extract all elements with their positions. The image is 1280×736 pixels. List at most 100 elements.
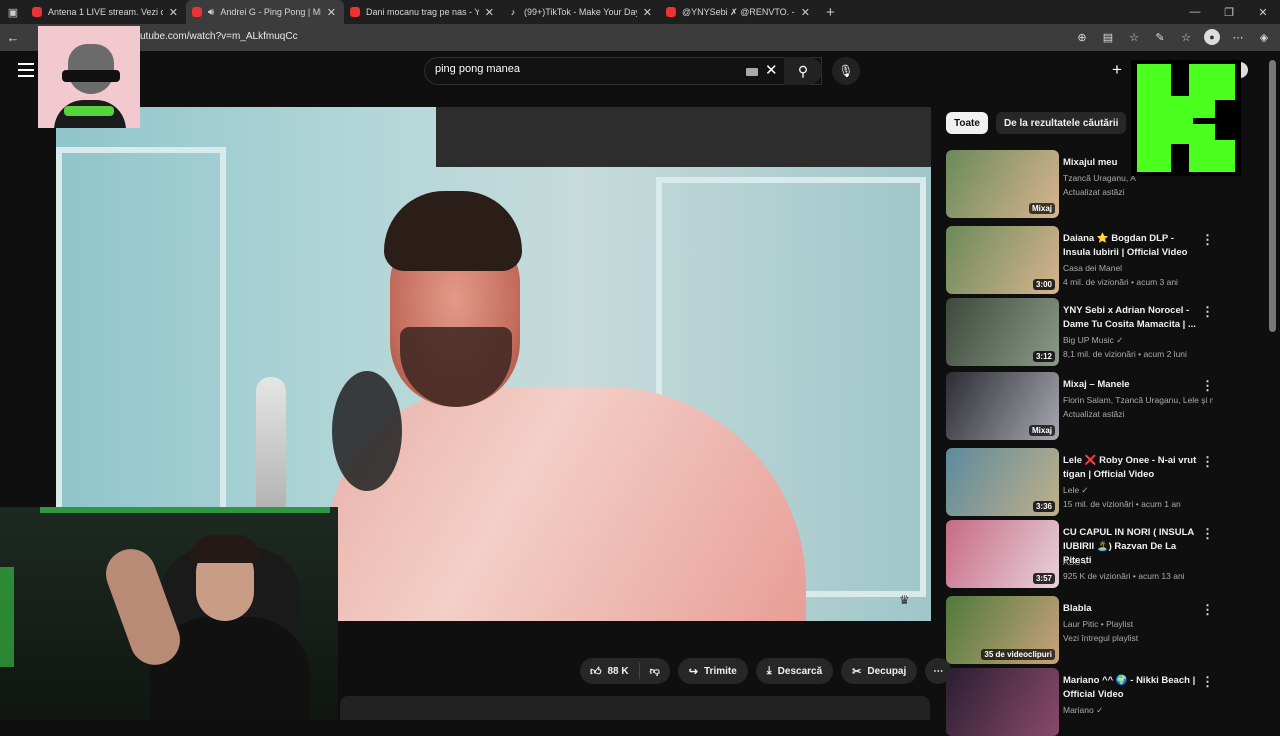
thumbnail-badge: 3:12	[1032, 351, 1055, 362]
close-tab-icon[interactable]: ✕	[327, 6, 336, 19]
collections-icon[interactable]: ☆	[1178, 29, 1194, 45]
tab-label: (99+)TikTok - Make Your Day	[524, 7, 637, 17]
new-tab-icon[interactable]: +	[818, 4, 843, 21]
share-label: Trimite	[704, 665, 737, 677]
more-options-icon[interactable]: ⋮	[1201, 454, 1214, 470]
keyboard-icon[interactable]	[746, 68, 758, 76]
address-bar-icons: ⊕ ▤ ☆ ✎ ☆ ● ⋯ ◈	[1074, 29, 1272, 45]
browser-tab[interactable]: @YNYSebi ✗ @RENVTO. - Te Ra ✕	[660, 0, 818, 24]
video-thumbnail[interactable]: 35 de videoclipuri	[946, 596, 1059, 664]
streamer-avatar-overlay	[38, 26, 140, 128]
download-icon: ⤓	[766, 664, 772, 677]
tab-label: @YNYSebi ✗ @RENVTO. - Te Ra	[682, 6, 795, 17]
copilot-icon[interactable]: ◈	[1256, 29, 1272, 45]
favorite-star-icon[interactable]: ☆	[1126, 29, 1142, 45]
profile-icon[interactable]: ●	[1204, 29, 1220, 45]
thumbs-up-icon: 👍︎	[590, 665, 602, 678]
browser-tab[interactable]: Dani mocanu trag pe nas - YouTu ✕	[344, 0, 502, 24]
recommendation-meta: Florin Salam, Tzancă Uraganu, Lele și mu…	[1063, 395, 1213, 405]
thumbs-down-icon: 👎︎	[649, 666, 660, 677]
more-options-icon[interactable]: ⋮	[1201, 378, 1214, 394]
scissors-icon: ✂	[852, 665, 862, 678]
filter-chips: Toate De la rezultatele căutării D	[946, 112, 1158, 134]
restore-icon[interactable]: ❐	[1212, 0, 1246, 24]
video-thumbnail[interactable]: 3:57	[946, 520, 1059, 588]
recommendation-title[interactable]: Daiana ⭐ Bogdan DLP - Insula Iubirii | O…	[1063, 232, 1201, 260]
url-field[interactable]: utube.com/watch?v=m_ALkfmuqCc	[140, 31, 298, 42]
clear-search-icon[interactable]: ✕	[765, 61, 778, 79]
thumbnail-badge: Mixaj	[1028, 425, 1055, 436]
close-tab-icon[interactable]: ✕	[801, 6, 810, 19]
more-options-icon[interactable]: ⋮	[1201, 602, 1214, 618]
recommendation-title[interactable]: Blabla	[1063, 602, 1201, 616]
browser-tab[interactable]: Antena 1 LIVE stream. Vezi online ✕	[26, 0, 186, 24]
more-icon: ⋯	[933, 665, 944, 677]
recommendation-meta: Actualizat astăzi	[1063, 409, 1125, 419]
recommendation-item[interactable]: 3:00 Daiana ⭐ Bogdan DLP - Insula Iubirii…	[946, 226, 1218, 294]
search-input[interactable]	[435, 63, 735, 75]
recommendation-meta: Vezi întregul playlist	[1063, 633, 1139, 643]
search-bar[interactable]: ✕	[424, 57, 822, 85]
recommendation-meta: Laur Pitic • Playlist	[1063, 619, 1134, 629]
video-thumbnail[interactable]: Mixaj	[946, 150, 1059, 218]
speaker-icon[interactable]: 🔊︎	[208, 7, 214, 18]
channel-watermark-icon[interactable]: ♛	[899, 593, 921, 609]
recommendation-title[interactable]: Mixaj – Manele	[1063, 378, 1201, 392]
tab-actions-icon[interactable]: ▣	[0, 0, 26, 24]
more-options-icon[interactable]: ⋮	[1201, 526, 1214, 542]
close-window-icon[interactable]: ✕	[1246, 0, 1280, 24]
recommendation-title[interactable]: Mariano ^^ 🌍 - Nikki Beach | Official Vi…	[1063, 674, 1201, 702]
reader-icon[interactable]: ▤	[1100, 29, 1116, 45]
recommendation-item[interactable]: 3:12 YNY Sebi x Adrian Norocel - Dame Tu …	[946, 298, 1218, 366]
more-menu-icon[interactable]: ⋯	[1230, 29, 1246, 45]
recommendation-meta: ASU ✓	[1063, 557, 1090, 567]
back-arrow-icon[interactable]: ←	[0, 30, 26, 45]
menu-icon[interactable]	[18, 63, 34, 77]
recommendation-title[interactable]: Lele ❌ Roby Onee - N-ai vrut tigan | Off…	[1063, 454, 1201, 482]
share-button[interactable]: ↪ Trimite	[677, 658, 748, 684]
streamer-webcam	[0, 507, 338, 720]
description-box[interactable]	[340, 696, 930, 720]
create-icon[interactable]: +	[1112, 60, 1122, 80]
avatar-head	[68, 44, 114, 94]
thumbnail-badge: 3:57	[1032, 573, 1055, 584]
thumbnail-badge: Mixaj	[1028, 203, 1055, 214]
recommendation-item[interactable]: 3:57 CU CAPUL IN NORI ( INSULA IUBIRII 🏝️…	[946, 520, 1218, 588]
video-thumbnail[interactable]: 3:36	[946, 448, 1059, 516]
browser-tab-bar: ▣ Antena 1 LIVE stream. Vezi online ✕ 🔊︎…	[0, 0, 1280, 24]
close-tab-icon[interactable]: ✕	[643, 6, 652, 19]
dislike-button[interactable]: 👎︎	[640, 665, 670, 677]
browser-tab-active[interactable]: 🔊︎ Andrei G - Ping Pong | Mini ✕	[186, 0, 344, 24]
recommendation-item[interactable]: Mixaj Mixaj – Manele Florin Salam, Tzancă …	[946, 372, 1218, 440]
voice-search-icon[interactable]: 🎙︎	[832, 57, 860, 85]
more-options-icon[interactable]: ⋮	[1201, 674, 1214, 690]
page-scrollbar[interactable]	[1269, 60, 1276, 332]
chip-from-search[interactable]: De la rezultatele căutării	[995, 112, 1127, 134]
recommendation-title[interactable]: YNY Sebi x Adrian Norocel - Dame Tu Cosi…	[1063, 304, 1201, 332]
recommendation-meta: Big UP Music ✓	[1063, 335, 1124, 345]
youtube-header: ✕ ⚲ 🎙︎ +	[0, 51, 1280, 93]
recommendation-item[interactable]: 35 de videoclipuri Blabla Laur Pitic • Pla…	[946, 596, 1218, 664]
chip-all[interactable]: Toate	[946, 112, 988, 134]
video-thumbnail[interactable]: 3:12	[946, 298, 1059, 366]
close-tab-icon[interactable]: ✕	[485, 6, 494, 19]
video-thumbnail[interactable]	[946, 668, 1059, 736]
extensions-icon[interactable]: ✎	[1152, 29, 1168, 45]
translate-icon[interactable]: ⊕	[1074, 29, 1090, 45]
more-options-icon[interactable]: ⋮	[1201, 232, 1214, 248]
like-button[interactable]: 👍︎ 88 K	[580, 663, 640, 679]
recommendation-item[interactable]: 3:36 Lele ❌ Roby Onee - N-ai vrut tigan |…	[946, 448, 1218, 516]
video-thumbnail[interactable]: Mixaj	[946, 372, 1059, 440]
browser-tab[interactable]: ♪ (99+)TikTok - Make Your Day ✕	[502, 0, 660, 24]
clip-button[interactable]: ✂ Decupaj	[841, 658, 918, 684]
minimize-icon[interactable]: —	[1178, 0, 1212, 24]
studio-window	[56, 147, 226, 527]
close-tab-icon[interactable]: ✕	[169, 6, 178, 19]
more-options-icon[interactable]: ⋮	[1201, 304, 1214, 320]
address-bar: ← utube.com/watch?v=m_ALkfmuqCc ⊕ ▤ ☆ ✎ …	[0, 24, 1280, 51]
download-button[interactable]: ⤓ Descarcă	[755, 658, 834, 684]
recommendation-item[interactable]: Mariano ^^ 🌍 - Nikki Beach | Official Vi…	[946, 668, 1218, 736]
video-thumbnail[interactable]: 3:00	[946, 226, 1059, 294]
search-button[interactable]: ⚲	[784, 57, 822, 85]
tab-label: Andrei G - Ping Pong | Mini	[220, 7, 321, 17]
